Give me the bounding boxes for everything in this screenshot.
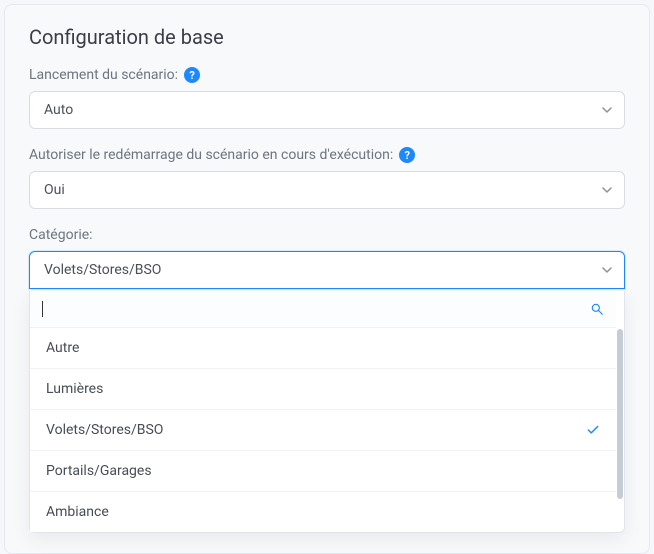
scroll-thumb[interactable] — [617, 329, 623, 499]
category-label-row: Catégorie: — [29, 227, 625, 243]
restart-label-row: Autoriser le redémarrage du scénario en … — [29, 147, 625, 163]
chevron-down-icon — [602, 267, 612, 273]
search-icon[interactable] — [590, 302, 604, 316]
launch-select[interactable]: Auto — [29, 91, 625, 129]
dropdown-search-input[interactable] — [43, 299, 590, 319]
category-dropdown: Autre Lumières Volets/Stores/BSO Portails/G… — [29, 291, 625, 533]
category-select[interactable]: Volets/Stores/BSO — [29, 251, 625, 289]
category-dropdown-wrap: Autre Lumières Volets/Stores/BSO Portails/G… — [29, 291, 625, 533]
dropdown-search-row — [30, 291, 616, 328]
chevron-down-icon — [602, 187, 612, 193]
category-option[interactable]: Autre — [30, 328, 616, 369]
restart-select[interactable]: Oui — [29, 171, 625, 209]
launch-label: Lancement du scénario: — [29, 67, 178, 83]
option-label: Portails/Garages — [46, 463, 152, 479]
help-icon[interactable]: ? — [184, 67, 200, 83]
check-icon — [586, 423, 600, 437]
category-option[interactable]: Ambiance — [30, 492, 616, 532]
category-label: Catégorie: — [29, 227, 93, 243]
restart-label: Autoriser le redémarrage du scénario en … — [29, 147, 393, 163]
dropdown-inner: Autre Lumières Volets/Stores/BSO Portails/G… — [30, 291, 616, 532]
help-icon[interactable]: ? — [399, 147, 415, 163]
option-label: Ambiance — [46, 504, 109, 520]
option-label: Autre — [46, 340, 79, 356]
launch-label-row: Lancement du scénario: ? — [29, 67, 625, 83]
dropdown-scrollbar[interactable] — [616, 291, 624, 532]
category-option[interactable]: Portails/Garages — [30, 451, 616, 492]
category-value: Volets/Stores/BSO — [44, 262, 161, 278]
chevron-down-icon — [602, 107, 612, 113]
restart-value: Oui — [44, 182, 65, 198]
option-label: Volets/Stores/BSO — [46, 422, 163, 438]
launch-value: Auto — [44, 102, 73, 118]
option-label: Lumières — [46, 381, 103, 397]
panel-title: Configuration de base — [29, 25, 625, 49]
category-option[interactable]: Lumières — [30, 369, 616, 410]
category-option[interactable]: Volets/Stores/BSO — [30, 410, 616, 451]
config-panel: Configuration de base Lancement du scéna… — [4, 4, 650, 554]
